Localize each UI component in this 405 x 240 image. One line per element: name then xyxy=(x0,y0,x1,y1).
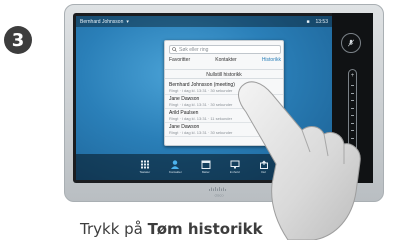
person-icon xyxy=(171,160,180,169)
contacts-button[interactable]: Kontakter xyxy=(169,160,182,174)
instruction-caption: Trykk på Tøm historikk xyxy=(80,220,263,238)
search-input[interactable]: Søk eller ring xyxy=(169,45,281,54)
clock: 13:53 xyxy=(315,18,328,25)
search-placeholder: Søk eller ring xyxy=(179,46,209,53)
keypad-button[interactable]: Tastatur xyxy=(139,160,150,174)
caption-emphasis: Tøm historikk xyxy=(147,220,263,238)
chevron-down-icon: ▾ xyxy=(126,18,129,25)
camera-icon: ■ xyxy=(306,18,310,25)
search-icon xyxy=(172,47,177,52)
cisco-wordmark: cisco xyxy=(214,193,224,198)
step-number-badge: 3 xyxy=(4,26,32,54)
cisco-logo: cisco xyxy=(209,187,226,198)
user-menu[interactable]: Bernhard Johnsson ▾ xyxy=(80,19,129,25)
caption-prefix: Trykk på xyxy=(80,220,148,238)
status-bar: Bernhard Johnsson ▾ ■ 13:53 xyxy=(76,16,332,27)
tab-history[interactable]: Historikk xyxy=(262,57,281,67)
mute-button[interactable] xyxy=(341,33,361,53)
keypad-icon xyxy=(140,160,149,169)
tab-favorites[interactable]: Favoritter xyxy=(169,57,190,67)
contacts-label: Kontakter xyxy=(169,170,182,174)
meetings-button[interactable]: Møter xyxy=(201,160,211,174)
tab-contacts[interactable]: Kontakter xyxy=(215,57,236,67)
directory-tabs: Favoritter Kontakter Historikk xyxy=(167,57,283,67)
calendar-icon xyxy=(201,160,211,169)
pointing-hand-illustration xyxy=(238,81,361,240)
meetings-label: Møter xyxy=(201,170,210,174)
user-name: Bernhard Johnsson xyxy=(80,18,124,25)
keypad-label: Tastatur xyxy=(139,170,151,174)
microphone-muted-icon xyxy=(347,39,355,47)
